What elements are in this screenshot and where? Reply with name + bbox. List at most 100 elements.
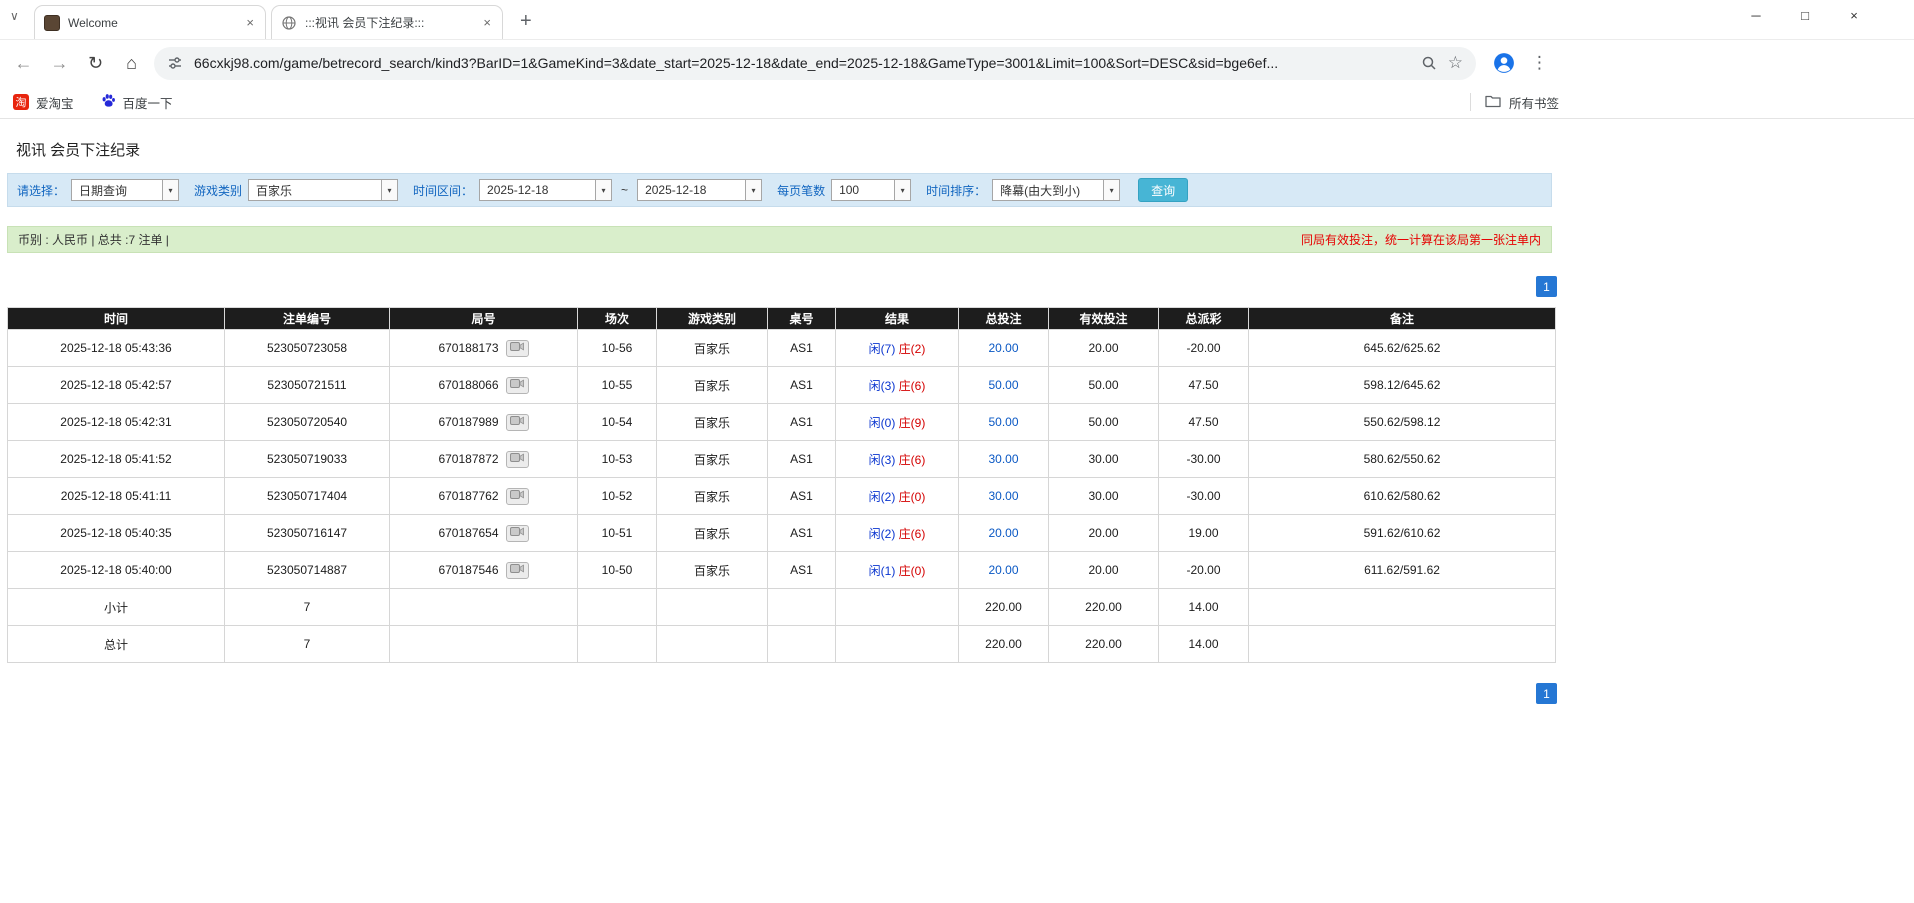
cell-round: 670187654 [390, 515, 578, 552]
total-bet-link[interactable]: 50.00 [988, 378, 1018, 392]
query-type-select[interactable]: 日期查询 ▾ [71, 179, 179, 201]
bookmark-star-icon[interactable]: ☆ [1448, 53, 1463, 73]
cell-payout: -30.00 [1159, 478, 1249, 515]
reload-icon[interactable]: ↻ [82, 50, 109, 77]
video-replay-button[interactable] [506, 525, 529, 542]
search-button[interactable]: 查询 [1138, 178, 1188, 202]
total-bet-link[interactable]: 20.00 [988, 563, 1018, 577]
sort-order-select[interactable]: 降幕(由大到小) ▾ [992, 179, 1120, 201]
summary-cell: 小计 [8, 589, 225, 626]
cell-session: 10-55 [578, 367, 657, 404]
cell-bet-id: 523050719033 [225, 441, 390, 478]
maximize-button[interactable]: □ [1797, 8, 1813, 23]
baidu-paw-icon [101, 93, 116, 111]
result-player: 闲(1) [869, 564, 896, 578]
video-replay-button[interactable] [506, 562, 529, 579]
chevron-down-icon: ▾ [162, 180, 178, 200]
filter-label-sort: 时间排序： [926, 182, 986, 199]
pagination-bottom: 1 [0, 683, 1557, 704]
column-header: 游戏类别 [657, 308, 768, 330]
cell-table: AS1 [768, 441, 836, 478]
summary-cell: 220.00 [1049, 589, 1159, 626]
tab-welcome[interactable]: Welcome × [34, 5, 266, 39]
cell-session: 10-54 [578, 404, 657, 441]
cell-result: 闲(7) 庄(2) [836, 330, 959, 367]
total-bet-link[interactable]: 50.00 [988, 415, 1018, 429]
video-camera-icon [510, 341, 524, 355]
bookmark-baidu[interactable]: 百度一下 [101, 93, 173, 112]
video-camera-icon [510, 452, 524, 466]
date-start-select[interactable]: 2025-12-18 ▾ [479, 179, 612, 201]
chevron-down-icon: ▾ [745, 180, 761, 200]
video-replay-button[interactable] [506, 488, 529, 505]
cell-game: 百家乐 [657, 367, 768, 404]
date-end-select[interactable]: 2025-12-18 ▾ [637, 179, 762, 201]
video-replay-button[interactable] [506, 451, 529, 468]
video-replay-button[interactable] [506, 377, 529, 394]
video-camera-icon [510, 378, 524, 392]
total-bet-link[interactable]: 30.00 [988, 489, 1018, 503]
cell-payout: 47.50 [1159, 367, 1249, 404]
site-settings-icon[interactable] [167, 55, 183, 71]
cell-valid-bet: 20.00 [1049, 330, 1159, 367]
home-icon[interactable]: ⌂ [118, 50, 145, 77]
table-row: 2025-12-18 05:42:31523050720540670187989… [8, 404, 1556, 441]
date-end-value: 2025-12-18 [638, 180, 745, 200]
video-replay-button[interactable] [506, 414, 529, 431]
summary-cell: 14.00 [1159, 589, 1249, 626]
tab-betrecord[interactable]: :::视讯 会员下注纪录::: × [271, 5, 503, 39]
back-icon[interactable]: ← [10, 50, 37, 77]
forward-icon[interactable]: → [46, 50, 73, 77]
address-bar[interactable]: 66cxkj98.com/game/betrecord_search/kind3… [154, 47, 1476, 80]
minimize-button[interactable]: ─ [1748, 8, 1764, 23]
game-type-select[interactable]: 百家乐 ▾ [248, 179, 398, 201]
total-bet-link[interactable]: 20.00 [988, 341, 1018, 355]
new-tab-button[interactable]: + [514, 10, 538, 33]
tab-close-icon[interactable]: × [481, 15, 493, 30]
bookmark-aitaobao[interactable]: 淘 爱淘宝 [13, 93, 74, 112]
video-camera-icon [510, 526, 524, 540]
summary-cell: 14.00 [1159, 626, 1249, 663]
cell-valid-bet: 20.00 [1049, 515, 1159, 552]
welcome-favicon [44, 15, 60, 31]
cell-note: 580.62/550.62 [1249, 441, 1556, 478]
filter-label-range: 时间区间： [413, 182, 473, 199]
note-text: 同局有效投注，统一计算在该局第一张注单内 [1301, 231, 1541, 248]
cell-bet-id: 523050716147 [225, 515, 390, 552]
column-header: 场次 [578, 308, 657, 330]
zoom-icon[interactable] [1421, 55, 1437, 71]
summary-cell [390, 589, 578, 626]
cell-time: 2025-12-18 05:43:36 [8, 330, 225, 367]
cell-valid-bet: 20.00 [1049, 552, 1159, 589]
total-bet-link[interactable]: 20.00 [988, 526, 1018, 540]
column-header: 总投注 [959, 308, 1049, 330]
page-1-button[interactable]: 1 [1536, 276, 1557, 297]
cell-payout: 47.50 [1159, 404, 1249, 441]
cell-bet-id: 523050714887 [225, 552, 390, 589]
cell-result: 闲(1) 庄(0) [836, 552, 959, 589]
cell-game: 百家乐 [657, 552, 768, 589]
page-title: 视讯 会员下注纪录 [16, 139, 1914, 160]
page-1-button[interactable]: 1 [1536, 683, 1557, 704]
cell-time: 2025-12-18 05:40:00 [8, 552, 225, 589]
result-banker: 庄(6) [899, 453, 926, 467]
cell-session: 10-52 [578, 478, 657, 515]
profile-avatar[interactable] [1491, 50, 1517, 76]
menu-icon[interactable]: ⋮ [1526, 50, 1553, 77]
cell-table: AS1 [768, 330, 836, 367]
total-bet-link[interactable]: 30.00 [988, 452, 1018, 466]
page-size-select[interactable]: 100 ▾ [831, 179, 911, 201]
url-text[interactable]: 66cxkj98.com/game/betrecord_search/kind3… [194, 55, 1410, 71]
tab-search-chevron-icon[interactable]: ∨ [10, 9, 19, 23]
all-bookmarks-label: 所有书签 [1509, 93, 1559, 112]
cell-game: 百家乐 [657, 441, 768, 478]
tab-close-icon[interactable]: × [244, 15, 256, 30]
all-bookmarks[interactable]: 所有书签 [1470, 86, 1559, 118]
summary-cell: 220.00 [959, 626, 1049, 663]
summary-cell [1249, 589, 1556, 626]
window-close-button[interactable]: × [1846, 8, 1862, 23]
bookmark-label: 百度一下 [123, 93, 173, 112]
cell-payout: -20.00 [1159, 330, 1249, 367]
video-replay-button[interactable] [506, 340, 529, 357]
window-controls: ─ □ × [1748, 8, 1862, 23]
